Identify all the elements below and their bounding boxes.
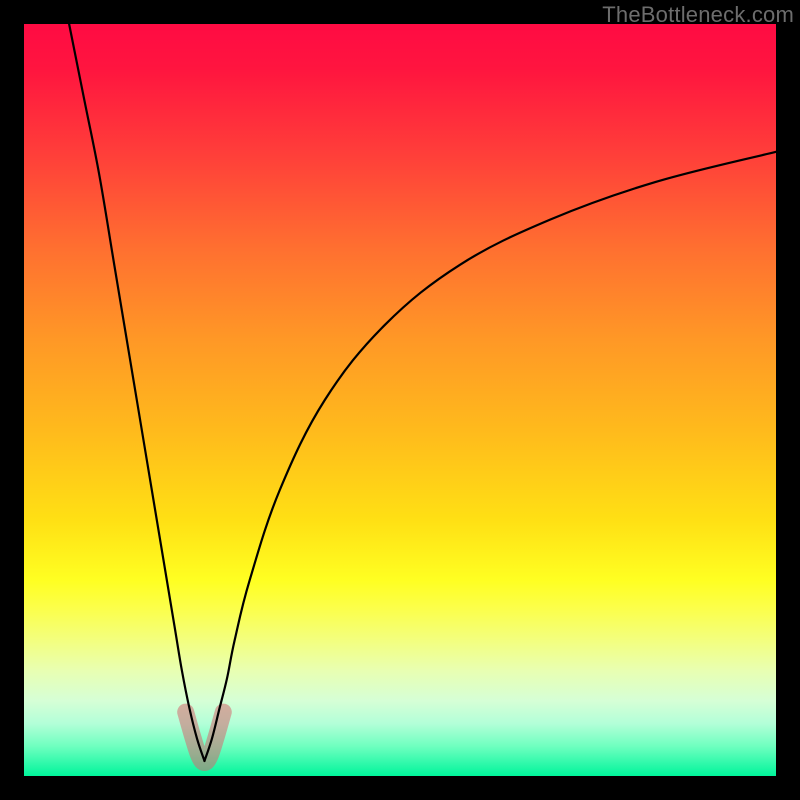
curve-right-arm xyxy=(204,152,776,761)
plot-frame xyxy=(24,24,776,776)
watermark-text: TheBottleneck.com xyxy=(602,2,794,28)
curve-left-arm xyxy=(69,24,204,761)
chart-svg xyxy=(24,24,776,776)
